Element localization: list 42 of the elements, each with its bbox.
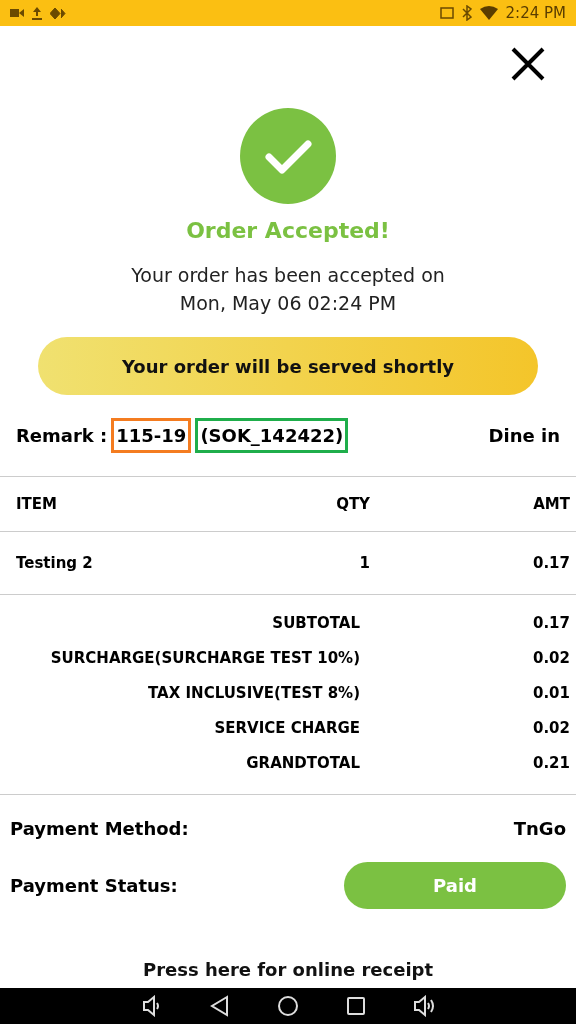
total-label: GRANDTOTAL [245,753,360,772]
column-header: AMT [532,495,570,513]
column-header: ITEM [16,495,58,513]
accepted-message: Mon, May 06 02:24 PM [178,291,398,316]
remark-value: (SOK_142422) [195,418,349,453]
recents-icon[interactable] [345,995,367,1017]
table-cell-text: 1 [358,554,370,572]
table-cell-text: Testing 2 [16,554,94,572]
total-value: 0.01 [532,683,570,702]
remark-value: 115-19 [111,418,192,453]
total-value: 0.02 [532,718,570,737]
status-time: 2:24 PM [505,4,566,22]
volume-up-icon[interactable] [413,995,435,1017]
total-label: SUBTOTAL [271,613,360,632]
home-icon[interactable] [277,995,299,1017]
checkmark-icon [240,108,336,204]
payment-method-value: TnGo [513,817,566,839]
order-type: Dine in [488,425,560,446]
total-label: SURCHARGE(SURCHARGE TEST 10%) [49,648,360,667]
total-value: 0.17 [532,613,570,632]
total-value: 0.02 [532,648,570,667]
total-label: TAX INCLUSIVE(TEST 8%) [147,683,360,702]
total-value: 0.21 [532,753,570,772]
served-banner: Your order will be served shortly [38,337,538,395]
column-header: QTY [335,495,370,513]
upload-icon [32,6,42,20]
video-camera-icon [10,8,24,18]
bluetooth-icon [461,5,472,21]
diamond-arrow-icon [50,7,66,19]
cast-icon [439,7,454,19]
payment-status-badge: Paid [344,861,566,909]
order-title: Order Accepted! [186,218,390,243]
payment-status-label: Payment Status: [10,874,178,896]
close-button[interactable] [510,46,546,82]
wifi-icon [479,6,498,20]
payment-method-label: Payment Method: [10,817,189,839]
table-cell-text: 0.17 [532,554,570,572]
back-icon[interactable] [209,995,231,1017]
accepted-message: Your order has been accepted on [131,263,445,288]
online-receipt-link[interactable]: Press here for online receipt [142,959,434,980]
remark-label: Remark : [16,425,108,446]
total-label: SERVICE CHARGE [213,718,360,737]
